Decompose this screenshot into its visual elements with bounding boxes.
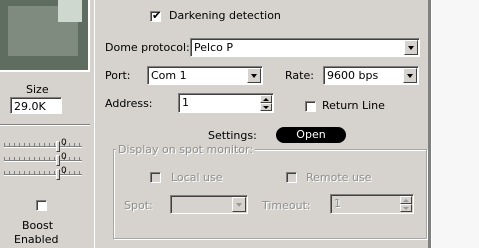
spin-up-icon[interactable] <box>260 95 272 103</box>
timeout-field[interactable]: 1 <box>330 194 414 214</box>
local-use-label: Local use <box>171 171 223 184</box>
remote-use-checkbox[interactable] <box>286 172 297 183</box>
local-use-checkbox[interactable] <box>150 172 161 183</box>
size-value: 29.0K <box>14 100 46 113</box>
slider-1-track <box>4 146 82 147</box>
address-label: Address: <box>105 97 153 110</box>
timeout-label: Timeout: <box>262 199 311 212</box>
preview-image-light <box>58 0 82 22</box>
empty-area <box>431 0 479 248</box>
size-label: Size <box>26 83 49 96</box>
timeout-value: 1 <box>334 197 341 210</box>
left-separator <box>0 124 90 126</box>
slider-3-value: 0 <box>61 166 67 176</box>
spin-up-icon[interactable] <box>400 196 412 204</box>
slider-2-thumb[interactable] <box>56 155 60 166</box>
slider-1-value: 0 <box>61 138 67 148</box>
camera-preview <box>0 0 90 72</box>
dome-protocol-select[interactable]: Pelco P <box>190 38 420 57</box>
slider-2-value: 0 <box>61 152 67 162</box>
spin-down-icon[interactable] <box>260 103 272 111</box>
address-spinner[interactable] <box>260 95 272 111</box>
chevron-down-icon[interactable] <box>247 68 261 83</box>
port-select[interactable]: Com 1 <box>147 66 263 85</box>
port-value: Com 1 <box>151 69 187 82</box>
boost-label: Boost <box>22 219 54 232</box>
darkening-label: Darkening detection <box>169 9 281 22</box>
boost-checkbox[interactable] <box>36 200 47 211</box>
open-settings-button[interactable]: Open <box>276 127 346 143</box>
rate-select[interactable]: 9600 bps <box>323 66 419 85</box>
spin-down-icon[interactable] <box>400 204 412 212</box>
port-label: Port: <box>105 69 131 82</box>
rate-label: Rate: <box>285 69 314 82</box>
darkening-checkbox[interactable]: ✔ <box>150 9 162 22</box>
remote-use-label: Remote use <box>306 171 372 184</box>
size-value-field: 29.0K <box>10 97 62 114</box>
chevron-down-icon[interactable] <box>403 68 417 83</box>
slider-1-thumb[interactable] <box>56 141 60 152</box>
spot-label: Spot: <box>124 199 153 212</box>
timeout-spinner[interactable] <box>400 196 412 212</box>
dome-protocol-label: Dome protocol: <box>105 41 190 54</box>
address-value: 1 <box>182 96 189 109</box>
dome-protocol-value: Pelco P <box>194 41 233 54</box>
spot-monitor-title: Display on spot monitor: <box>116 143 256 156</box>
slider-3-track <box>4 174 82 175</box>
slider-3-thumb[interactable] <box>56 169 60 180</box>
address-field[interactable]: 1 <box>178 93 274 113</box>
slider-1[interactable] <box>4 141 82 152</box>
chevron-down-icon[interactable] <box>232 197 246 212</box>
rate-value: 9600 bps <box>327 69 379 82</box>
return-line-label: Return Line <box>322 99 385 112</box>
check-icon: ✔ <box>152 9 162 22</box>
slider-2[interactable] <box>4 155 82 166</box>
enabled-label: Enabled <box>14 233 59 246</box>
settings-label: Settings: <box>208 129 257 142</box>
slider-3[interactable] <box>4 169 82 180</box>
chevron-down-icon[interactable] <box>404 40 418 55</box>
spot-select[interactable] <box>170 195 248 214</box>
return-line-checkbox[interactable] <box>305 101 316 112</box>
slider-2-track <box>4 160 82 161</box>
